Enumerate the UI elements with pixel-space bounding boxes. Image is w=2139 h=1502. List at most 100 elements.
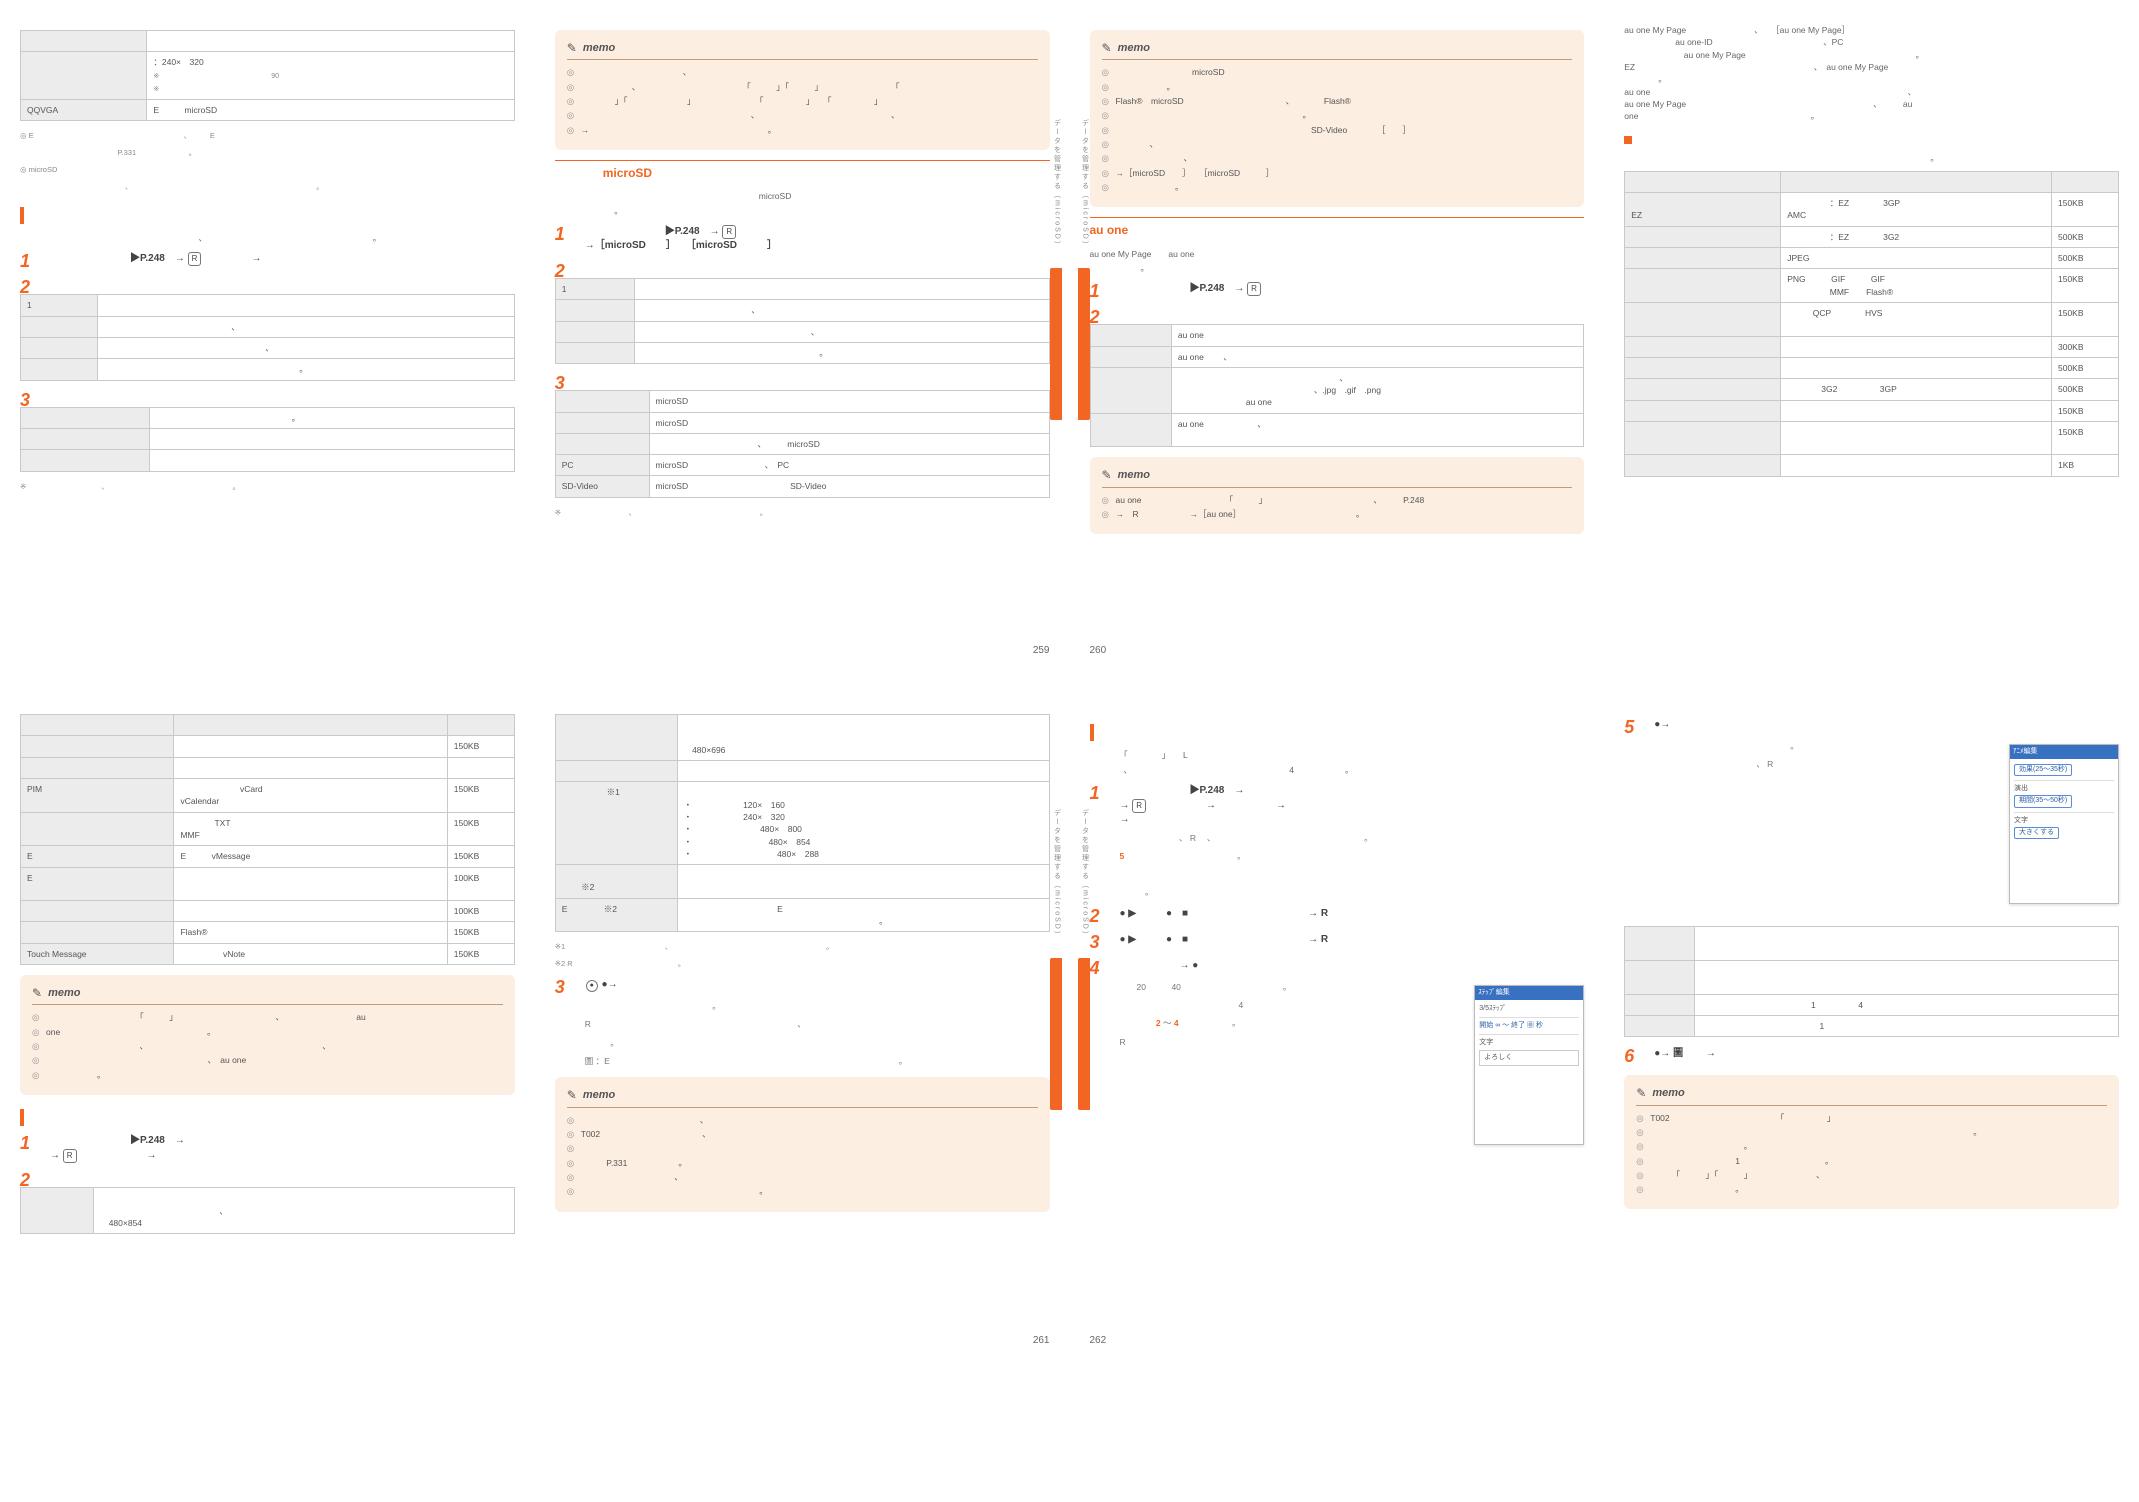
cell: 、 、.jpg .gif .png au one xyxy=(1171,367,1583,413)
footnote: ※ 、 。 xyxy=(20,482,515,493)
memo-item: 。 xyxy=(581,1185,1038,1197)
step-row: 2 xyxy=(20,278,515,296)
cell xyxy=(21,736,174,757)
cell xyxy=(174,736,447,757)
step-number: 1 xyxy=(555,225,577,254)
step-note: 。 xyxy=(585,1037,1050,1049)
page-262-left: データを管理する（microSD） 「 」 L 、 4 。 1 ▶P.248 →… xyxy=(1090,710,1585,1330)
cell: EZ xyxy=(1625,193,1781,227)
cell xyxy=(1781,455,2052,476)
pencil-icon: ✎ xyxy=(1102,40,1112,57)
cell: ：240× 320 ※ 90 ※ xyxy=(147,52,514,100)
side-tab xyxy=(1050,268,1062,420)
center-key-icon: ● xyxy=(586,980,598,992)
step-body xyxy=(50,391,515,409)
cell xyxy=(21,1188,94,1234)
step-body xyxy=(50,278,515,296)
intro-text: 、 。 xyxy=(20,232,515,244)
step-body: ● ▶ ● ■ → R xyxy=(1120,907,1585,925)
page-259-left: ：240× 320 ※ 90 ※ QQVGA E microSD xyxy=(20,20,515,640)
subheading xyxy=(1090,724,1585,741)
cell xyxy=(555,300,634,321)
section-heading: au one xyxy=(1090,217,1585,239)
cell xyxy=(21,31,147,52)
step-body: ▶P.248 → → R → xyxy=(50,1134,515,1163)
cell: 150KB xyxy=(2052,400,2119,421)
memo-box: ：240× 320 ※ 90 ※ QQVGA E microSD xyxy=(20,30,515,193)
intro-text: 「 」 L xyxy=(1090,749,1585,761)
step-row: 3 ● ●→ xyxy=(555,978,1050,996)
cell: 100KB xyxy=(447,867,514,901)
cell: ・ 120× 160 ・ 240× 320 ・ 480× 800 ・ 480× … xyxy=(677,782,1049,865)
cell xyxy=(1781,336,2052,357)
cell: E ※2 xyxy=(555,898,677,932)
step-number: 3 xyxy=(555,374,577,392)
step-row: 1 ▶P.248 → R →［microSD ］ ［microSD ］ xyxy=(555,225,1050,254)
pencil-icon: ✎ xyxy=(1636,1085,1646,1102)
cell xyxy=(149,428,514,449)
cell: ：EZ 3G2 xyxy=(1781,226,2052,247)
step2b-table: 1 、 、 。 xyxy=(555,278,1050,364)
cell: 、 microSD xyxy=(649,433,1049,454)
cell xyxy=(1625,1015,1694,1036)
page-261-left: 150KB PIM vCard vCalendar 150KB TXT MMF … xyxy=(20,710,515,1330)
step-note: R 、 xyxy=(585,1018,1050,1030)
cell xyxy=(555,342,634,363)
memo-item: 。 xyxy=(1116,181,1573,193)
cell: 300KB xyxy=(2052,336,2119,357)
top-table: ：240× 320 ※ 90 ※ QQVGA E microSD xyxy=(20,30,515,121)
step-number: 2 xyxy=(20,1171,42,1189)
cell: au one 、 xyxy=(1171,346,1583,367)
memo-item: 」「 」 「 」 「 」 xyxy=(581,95,1038,107)
memo-item: 、 xyxy=(581,66,1038,78)
cell: JPEG xyxy=(1781,248,2052,269)
cell xyxy=(21,428,150,449)
memo-item: 、 xyxy=(1116,138,1573,150)
cell: E vMessage xyxy=(174,846,447,867)
cell xyxy=(174,757,447,778)
cell xyxy=(555,321,634,342)
cell xyxy=(1694,960,2119,994)
cell: 100KB xyxy=(447,901,514,922)
cell: E xyxy=(21,846,174,867)
cell xyxy=(634,278,1049,299)
intro-text: au one My Page au one xyxy=(1090,248,1585,260)
key-icon: R xyxy=(1132,799,1146,813)
cell: TXT MMF xyxy=(174,812,447,846)
cell xyxy=(1781,421,2052,455)
step-body: ●→ 圖 → xyxy=(1654,1047,2119,1065)
step-body: ● ●→ xyxy=(585,978,1050,996)
step-number: 1 xyxy=(1090,282,1112,300)
cell xyxy=(21,450,150,471)
step-note: 。 xyxy=(585,1000,1050,1012)
cell: microSD xyxy=(649,412,1049,433)
cell xyxy=(97,295,514,316)
cell: 1 xyxy=(1694,1015,2119,1036)
memo-item: 、 、 xyxy=(46,1040,503,1052)
step-number: 5 xyxy=(1624,718,1646,736)
step-number: 3 xyxy=(20,391,42,409)
cell: E microSD xyxy=(147,99,514,120)
step-body: ● ▶ ● ■ → R xyxy=(1120,933,1585,951)
cell: PC xyxy=(555,455,649,476)
cell: 150KB xyxy=(447,812,514,846)
cell: 150KB xyxy=(2052,421,2119,455)
cell xyxy=(1625,226,1781,247)
memo-item: microSD xyxy=(1116,66,1573,78)
page-number: 260 xyxy=(1090,644,1107,659)
cell: 500KB xyxy=(2052,379,2119,400)
cell xyxy=(555,391,649,412)
intro-text: 、 4 。 xyxy=(1090,764,1585,776)
memo-item: 「 」「 」 、 xyxy=(1650,1169,2107,1181)
cell: 500KB xyxy=(2052,357,2119,378)
cell xyxy=(147,31,514,52)
footnote: ※ 、 。 xyxy=(555,508,1050,519)
memo-item: 、 xyxy=(581,1171,1038,1183)
cell: microSD SD-Video xyxy=(649,476,1049,497)
page-262-right: 5 ●→ ｱﾆﾒ編集 効果(25～35秒) 演出 期間(35～50秒) 文字 大… xyxy=(1624,710,2119,1330)
cell: ※2 xyxy=(555,865,677,899)
edit-table: 、 480×854 xyxy=(20,1187,515,1234)
cell: Touch Message xyxy=(21,943,174,964)
screenshot-caption xyxy=(1654,908,2109,920)
step-row: 4 → ● xyxy=(1090,959,1585,977)
